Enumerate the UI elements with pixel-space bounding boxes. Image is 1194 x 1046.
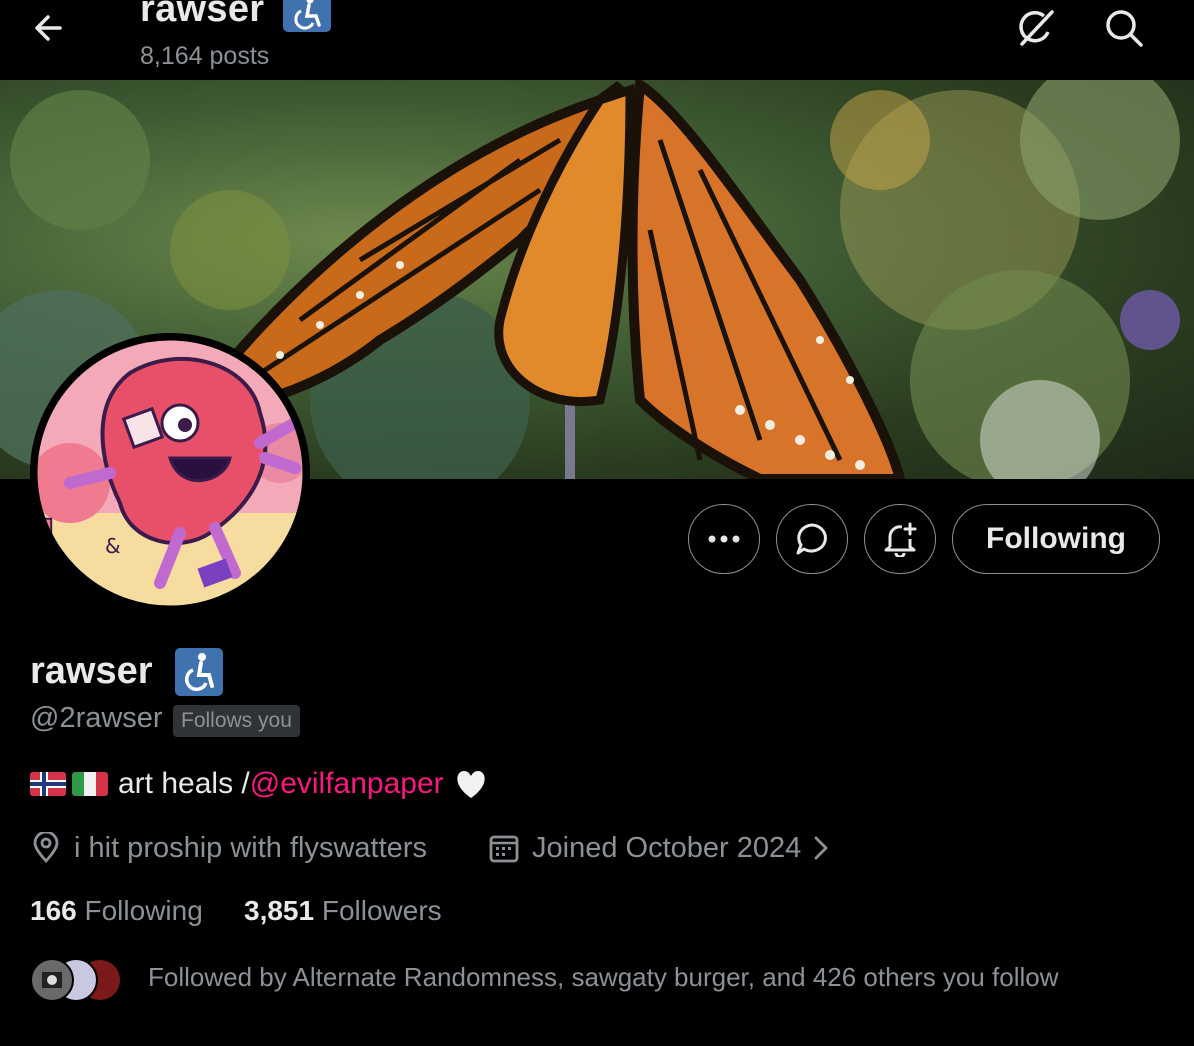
location-pin-icon <box>33 832 59 864</box>
svg-text:&: & <box>105 534 121 558</box>
followers-count: 3,851 <box>244 895 315 926</box>
notify-button[interactable] <box>864 504 936 574</box>
header-title: rawser <box>140 0 265 30</box>
grok-icon[interactable] <box>1014 6 1058 50</box>
bio-text: art heals / <box>118 767 250 800</box>
display-name: rawser <box>30 650 153 692</box>
joined-text: Joined October 2024 <box>532 831 802 864</box>
following-button[interactable]: Following <box>952 504 1160 574</box>
handle: @2rawser <box>30 702 163 734</box>
chevron-right-icon <box>814 836 828 860</box>
white-heart-icon <box>456 771 485 798</box>
more-icon <box>708 535 740 543</box>
followers-label: Followers <box>321 895 442 926</box>
location: i hit proship with flyswatters <box>30 828 427 868</box>
norway-flag-icon <box>30 772 66 796</box>
wheelchair-icon <box>175 648 223 696</box>
wheelchair-icon <box>283 0 331 32</box>
followers-stat[interactable]: 3,851 Followers <box>244 895 442 927</box>
follows-you-badge: Follows you <box>173 705 300 737</box>
following-label: Following <box>84 895 203 926</box>
followed-by-text[interactable]: Followed by Alternate Randomness, sawgat… <box>148 962 1059 993</box>
location-text: i hit proship with flyswatters <box>74 831 427 864</box>
bell-plus-icon <box>884 522 917 557</box>
search-icon[interactable] <box>1102 6 1146 50</box>
following-count: 166 <box>30 895 77 926</box>
bio-mention-link[interactable]: @evilfanpaper <box>250 767 444 801</box>
joined-date[interactable]: Joined October 2024 <box>488 828 829 868</box>
posts-count: 8,164 posts <box>140 42 270 70</box>
arrow-left-icon[interactable] <box>30 8 70 48</box>
bio: art heals / @evilfanpaper <box>30 764 488 804</box>
more-button[interactable] <box>688 504 760 574</box>
profile-avatar[interactable]: I & <box>30 333 310 613</box>
avatar[interactable] <box>30 958 74 1002</box>
calendar-icon <box>489 835 519 863</box>
top-bar: rawser 8,164 posts <box>0 0 1194 80</box>
italy-flag-icon <box>72 772 108 796</box>
message-button[interactable] <box>776 504 848 574</box>
message-icon <box>796 523 827 555</box>
following-stat[interactable]: 166 Following <box>30 895 203 927</box>
